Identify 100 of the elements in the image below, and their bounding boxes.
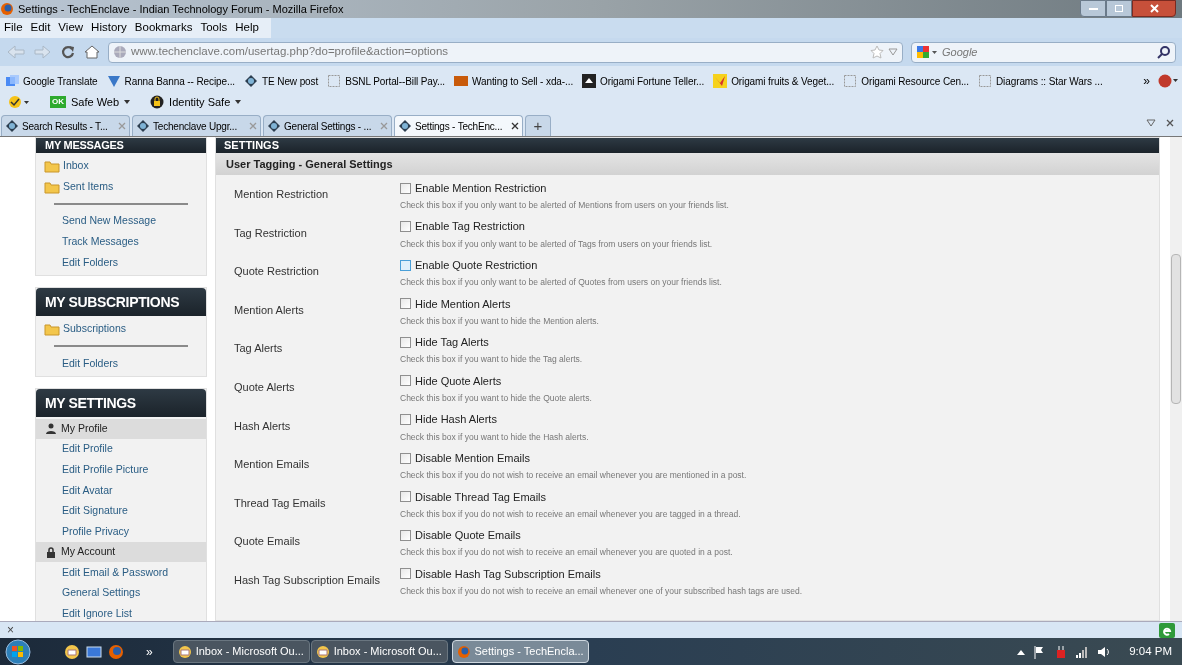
taskbar-button[interactable]: Inbox - Microsoft Ou... bbox=[172, 640, 310, 663]
close-button[interactable]: × bbox=[7, 624, 14, 636]
letter-e-icon[interactable] bbox=[1159, 622, 1175, 638]
help-text: Check this box if you only want to be alerted of Mentions from users on your friends list. bbox=[400, 199, 730, 211]
menu-item[interactable]: Tools bbox=[196, 19, 232, 37]
checkbox-option[interactable]: Enable Mention Restriction bbox=[400, 179, 832, 197]
sidebar-link[interactable]: Edit Folders bbox=[62, 355, 119, 372]
setting-label: Mention Restriction bbox=[234, 188, 329, 200]
setting-label: Quote Restriction bbox=[234, 265, 319, 278]
folder-link[interactable]: Inbox bbox=[36, 155, 89, 176]
firefox-icon bbox=[456, 644, 471, 659]
sidebar-link[interactable]: Edit Profile bbox=[62, 441, 113, 457]
checkbox-option[interactable]: Hide Hash Alerts bbox=[400, 410, 832, 429]
menu-item[interactable]: History bbox=[87, 19, 131, 37]
reload-icon[interactable] bbox=[60, 44, 76, 60]
close-tab-icon[interactable] bbox=[511, 122, 519, 130]
sidebar-link[interactable]: Edit Ignore List bbox=[62, 606, 133, 621]
sidebar-link[interactable]: General Settings bbox=[62, 585, 141, 602]
checkbox-option[interactable]: Enable Quote Restriction bbox=[400, 256, 832, 275]
site-icon bbox=[5, 119, 19, 133]
help-text: Check this box if you want to hide the Tag alerts. bbox=[400, 353, 584, 366]
volume-icon[interactable] bbox=[1097, 644, 1112, 659]
bookmark[interactable]: Origami Fortune Teller... bbox=[582, 73, 705, 89]
maximize-button[interactable] bbox=[1106, 0, 1132, 17]
ok-badge: OK bbox=[50, 96, 66, 108]
bookmark[interactable]: Google Translate bbox=[5, 73, 98, 89]
folder-icon bbox=[44, 321, 60, 336]
menu-item[interactable]: Help bbox=[231, 19, 263, 37]
sidebar-link[interactable]: Profile Privacy bbox=[62, 523, 130, 540]
search-icon[interactable] bbox=[1157, 45, 1171, 59]
help-text: Check this box if you only want to be alerted of Quotes from users on your friends list. bbox=[400, 276, 723, 289]
checkbox-option[interactable]: Enable Tag Restriction bbox=[400, 217, 832, 236]
bookmark[interactable]: Ranna Banna -- Recipe... bbox=[106, 73, 235, 89]
checkbox-option[interactable]: Disable Quote Emails bbox=[400, 526, 832, 545]
sidebar-link[interactable]: Edit Signature bbox=[62, 503, 128, 520]
browser-tab[interactable]: General Settings - ... bbox=[263, 115, 392, 136]
signal-icon[interactable] bbox=[1075, 645, 1090, 658]
checkbox-option[interactable]: Disable Thread Tag Emails bbox=[400, 487, 832, 506]
clock[interactable]: 9:04 PM bbox=[1129, 642, 1172, 661]
power-plug-icon[interactable] bbox=[1055, 644, 1068, 659]
checkbox-option[interactable]: Hide Quote Alerts bbox=[400, 371, 832, 390]
sidebar-link[interactable]: Edit Profile Picture bbox=[62, 461, 149, 478]
bookmark[interactable]: BSNL Portal--Bill Pay... bbox=[327, 73, 446, 89]
envelope-icon[interactable] bbox=[64, 643, 80, 660]
address-field[interactable]: www.techenclave.com/usertag.php?do=profile&action=options bbox=[108, 41, 903, 63]
menu-item[interactable]: File bbox=[0, 19, 27, 37]
close-button[interactable] bbox=[1132, 0, 1176, 17]
star-icon[interactable] bbox=[870, 45, 884, 59]
home-icon[interactable] bbox=[84, 44, 100, 60]
tab-list-icon[interactable] bbox=[1146, 119, 1156, 127]
sidebar-link[interactable]: Send New Message bbox=[62, 213, 156, 230]
search-field[interactable]: Google bbox=[911, 41, 1176, 63]
menu-item[interactable]: Bookmarks bbox=[130, 19, 197, 37]
bookmark-icon bbox=[978, 74, 992, 88]
bookmark-icon bbox=[106, 74, 121, 88]
sidebar-group-header: My Account bbox=[36, 542, 206, 563]
taskbar-button[interactable]: Inbox - Microsoft Ou... bbox=[310, 640, 448, 663]
show-hidden-icons-icon[interactable] bbox=[1017, 648, 1026, 655]
more-bookmarks-button[interactable]: » bbox=[1143, 72, 1150, 90]
bookmark[interactable]: Origami fruits & Veget... bbox=[713, 73, 835, 89]
firefox-icon[interactable] bbox=[108, 643, 124, 660]
panel-heading: SETTINGS bbox=[216, 138, 1159, 153]
section-header: User Tagging - General Settings bbox=[216, 153, 1159, 175]
browser-tab[interactable]: Techenclave Upgr... bbox=[132, 115, 261, 136]
firefox-icon bbox=[0, 2, 14, 16]
menu-item[interactable]: Edit bbox=[26, 19, 55, 37]
help-text: Check this box if you only want to be alerted of Tags from users on your friends list. bbox=[400, 237, 714, 250]
toolbar-dropdown[interactable]: OK Safe Web bbox=[50, 93, 131, 111]
browser-tab[interactable]: Settings - TechEnc... bbox=[394, 115, 523, 136]
minimize-button[interactable] bbox=[1080, 0, 1106, 17]
dropdown-icon[interactable] bbox=[888, 48, 898, 56]
menu-item[interactable]: View bbox=[54, 19, 88, 37]
folder-link[interactable]: Subscriptions bbox=[36, 318, 127, 340]
close-icon[interactable] bbox=[1166, 119, 1174, 127]
checkbox-option[interactable]: Hide Mention Alerts bbox=[400, 294, 832, 313]
folder-link[interactable]: Sent Items bbox=[36, 176, 114, 197]
checkmark-dropdown-icon[interactable] bbox=[8, 95, 30, 109]
checkbox-option[interactable]: Disable Mention Emails bbox=[400, 449, 832, 468]
toolbar-dropdown[interactable]: Identity Safe bbox=[150, 93, 242, 111]
section-heading: MY SETTINGS bbox=[36, 388, 206, 417]
bookmark[interactable]: Origami Resource Cen... bbox=[843, 73, 969, 89]
bookmark[interactable]: TE New post bbox=[244, 73, 319, 89]
new-tab-button[interactable]: + bbox=[525, 115, 551, 136]
checkbox-option[interactable]: Hide Tag Alerts bbox=[400, 333, 832, 352]
sidebar-link[interactable]: Edit Folders bbox=[62, 254, 119, 271]
desktop-icon[interactable] bbox=[86, 644, 102, 659]
sidebar-link[interactable]: Edit Email & Password bbox=[62, 564, 169, 581]
more-button[interactable]: » bbox=[146, 642, 153, 661]
setting-label: Tag Restriction bbox=[234, 226, 307, 239]
checkbox-option[interactable]: Disable Hash Tag Subscription Emails bbox=[400, 564, 832, 583]
bookmark[interactable]: Wanting to Sell - xda-... bbox=[454, 73, 574, 89]
sidebar-link[interactable]: Track Messages bbox=[62, 234, 139, 250]
help-text: Check this box if you want to hide the Quote alerts. bbox=[400, 391, 593, 404]
browser-tab[interactable]: Search Results - T... bbox=[1, 115, 130, 136]
sidebar-link[interactable]: Edit Avatar bbox=[62, 482, 113, 499]
help-text: Check this box if you do not wish to receive an email whenever one of your subscribed hash tags are used. bbox=[400, 584, 804, 597]
person-icon bbox=[46, 423, 56, 435]
taskbar-button[interactable]: Settings - TechEncla... bbox=[451, 640, 589, 663]
search-input[interactable]: Google bbox=[942, 43, 1153, 61]
bookmark[interactable]: Diagrams :: Star Wars ... bbox=[978, 73, 1103, 89]
